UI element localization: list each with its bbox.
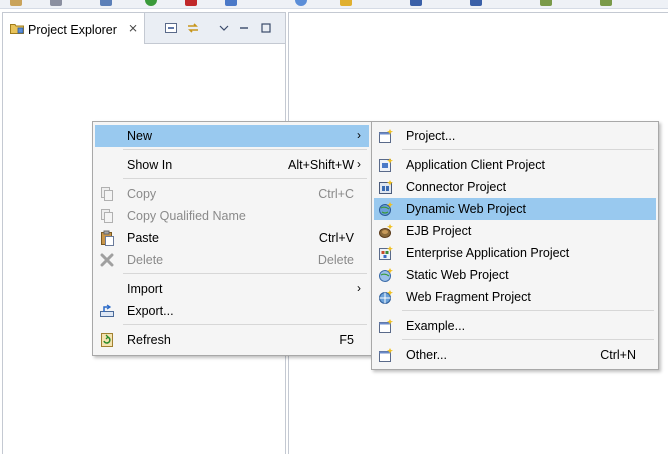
menu-item-label: Refresh	[127, 333, 171, 347]
view-header: Project Explorer ⨯	[3, 13, 285, 44]
submenu-item-label: Connector Project	[406, 180, 507, 194]
web-fragment-project-icon	[378, 289, 394, 305]
submenu-item-label: Project...	[406, 129, 456, 143]
submenu-item-accelerator: Ctrl+N	[600, 348, 636, 362]
menu-item-copy[interactable]: Copy Ctrl+C	[95, 183, 369, 205]
submenu-item-label: Static Web Project	[406, 268, 509, 282]
submenu-arrow-icon: ›	[357, 157, 361, 171]
menu-item-label: Copy	[127, 187, 157, 201]
export-icon	[99, 303, 115, 319]
menu-item-refresh[interactable]: Refresh F5	[95, 329, 369, 351]
paste-icon	[99, 230, 115, 246]
tab-project-explorer[interactable]: Project Explorer ⨯	[3, 13, 145, 44]
view-menu-chevron-down-icon[interactable]	[217, 21, 231, 35]
submenu-item-label: Web Fragment Project	[406, 290, 531, 304]
toolbar-task-icon[interactable]	[410, 0, 422, 6]
submenu-item-enterprise-application-project[interactable]: Enterprise Application Project	[374, 242, 656, 264]
menu-item-accelerator: Alt+Shift+W	[288, 158, 354, 172]
toolbar-back-icon[interactable]	[540, 0, 552, 6]
close-icon[interactable]: ⨯	[128, 21, 138, 35]
menu-separator	[402, 339, 654, 340]
toolbar-debug-icon[interactable]	[100, 0, 112, 6]
refresh-icon	[99, 332, 115, 348]
toolbar-server-icon[interactable]	[225, 0, 237, 6]
toolbar-forward-icon[interactable]	[600, 0, 612, 6]
menu-item-new[interactable]: New ›	[95, 125, 369, 147]
submenu-item-label: Example...	[406, 319, 466, 333]
menu-item-label: Export...	[127, 304, 174, 318]
menu-separator	[402, 310, 654, 311]
connector-project-icon	[378, 179, 394, 195]
context-menu: New › Show In Alt+Shift+W › Copy Ctrl+C …	[92, 121, 372, 356]
menu-item-accelerator: Delete	[317, 253, 354, 267]
project-explorer-icon	[10, 22, 24, 34]
submenu-item-application-client-project[interactable]: Application Client Project	[374, 154, 656, 176]
static-web-project-icon	[378, 267, 394, 283]
submenu-item-label: Enterprise Application Project	[406, 246, 570, 260]
menu-item-paste[interactable]: Paste Ctrl+V	[95, 227, 369, 249]
enterprise-application-project-icon	[378, 245, 394, 261]
menu-item-export[interactable]: Export...	[95, 300, 369, 322]
menu-item-accelerator: Ctrl+V	[318, 231, 354, 245]
application-client-project-icon	[378, 157, 394, 173]
menu-separator	[402, 149, 654, 150]
submenu-item-example[interactable]: Example...	[374, 315, 656, 337]
menu-item-import[interactable]: Import ›	[95, 278, 369, 300]
new-submenu: Project... Application Client Project Co…	[371, 121, 659, 370]
submenu-item-static-web-project[interactable]: Static Web Project	[374, 264, 656, 286]
copy-qualified-name-icon	[99, 208, 115, 224]
link-with-editor-icon[interactable]	[186, 21, 200, 35]
delete-icon	[99, 252, 115, 268]
submenu-item-label: EJB Project	[406, 224, 472, 238]
menu-item-label: Import	[127, 282, 163, 296]
submenu-item-connector-project[interactable]: Connector Project	[374, 176, 656, 198]
submenu-item-dynamic-web-project[interactable]: Dynamic Web Project	[374, 198, 656, 220]
menu-item-label: Paste	[127, 231, 159, 245]
minimize-icon[interactable]	[237, 21, 251, 35]
menu-separator	[123, 273, 367, 274]
submenu-item-label: Other...	[406, 348, 447, 362]
submenu-item-ejb-project[interactable]: EJB Project	[374, 220, 656, 242]
menu-item-show-in[interactable]: Show In Alt+Shift+W ›	[95, 154, 369, 176]
menu-item-copy-qualified-name[interactable]: Copy Qualified Name	[95, 205, 369, 227]
maximize-icon[interactable]	[259, 21, 273, 35]
submenu-item-other[interactable]: Other... Ctrl+N	[374, 344, 656, 366]
toolbar-open-type-icon[interactable]	[340, 0, 352, 6]
menu-item-delete[interactable]: Delete Delete	[95, 249, 369, 271]
toolbar-annotation-icon[interactable]	[470, 0, 482, 6]
new-other-icon	[378, 347, 394, 363]
submenu-item-label: Application Client Project	[406, 158, 545, 172]
main-toolbar	[0, 0, 668, 9]
toolbar-new-icon[interactable]	[10, 0, 22, 6]
submenu-arrow-icon: ›	[357, 128, 361, 142]
new-example-icon	[378, 318, 394, 334]
menu-separator	[123, 324, 367, 325]
menu-item-label: Delete	[127, 253, 164, 267]
ejb-project-icon	[378, 223, 394, 239]
submenu-item-web-fragment-project[interactable]: Web Fragment Project	[374, 286, 656, 308]
toolbar-stop-icon[interactable]	[185, 0, 197, 6]
collapse-all-icon[interactable]	[164, 21, 178, 35]
toolbar-run-icon[interactable]	[145, 0, 157, 6]
menu-item-label: Show In	[127, 158, 173, 172]
toolbar-search-icon[interactable]	[295, 0, 307, 6]
toolbar-save-icon[interactable]	[50, 0, 62, 6]
menu-item-label: New	[127, 129, 153, 143]
tab-label: Project Explorer	[28, 23, 117, 37]
dynamic-web-project-icon	[378, 201, 394, 217]
copy-icon	[99, 186, 115, 202]
menu-separator	[123, 178, 367, 179]
menu-item-label: Copy Qualified Name	[127, 209, 246, 223]
submenu-arrow-icon: ›	[357, 281, 361, 295]
submenu-item-project[interactable]: Project...	[374, 125, 656, 147]
menu-item-accelerator: Ctrl+C	[318, 187, 354, 201]
menu-separator	[123, 149, 367, 150]
menu-item-accelerator: F5	[339, 333, 354, 347]
submenu-item-label: Dynamic Web Project	[406, 202, 526, 216]
new-project-icon	[378, 128, 394, 144]
